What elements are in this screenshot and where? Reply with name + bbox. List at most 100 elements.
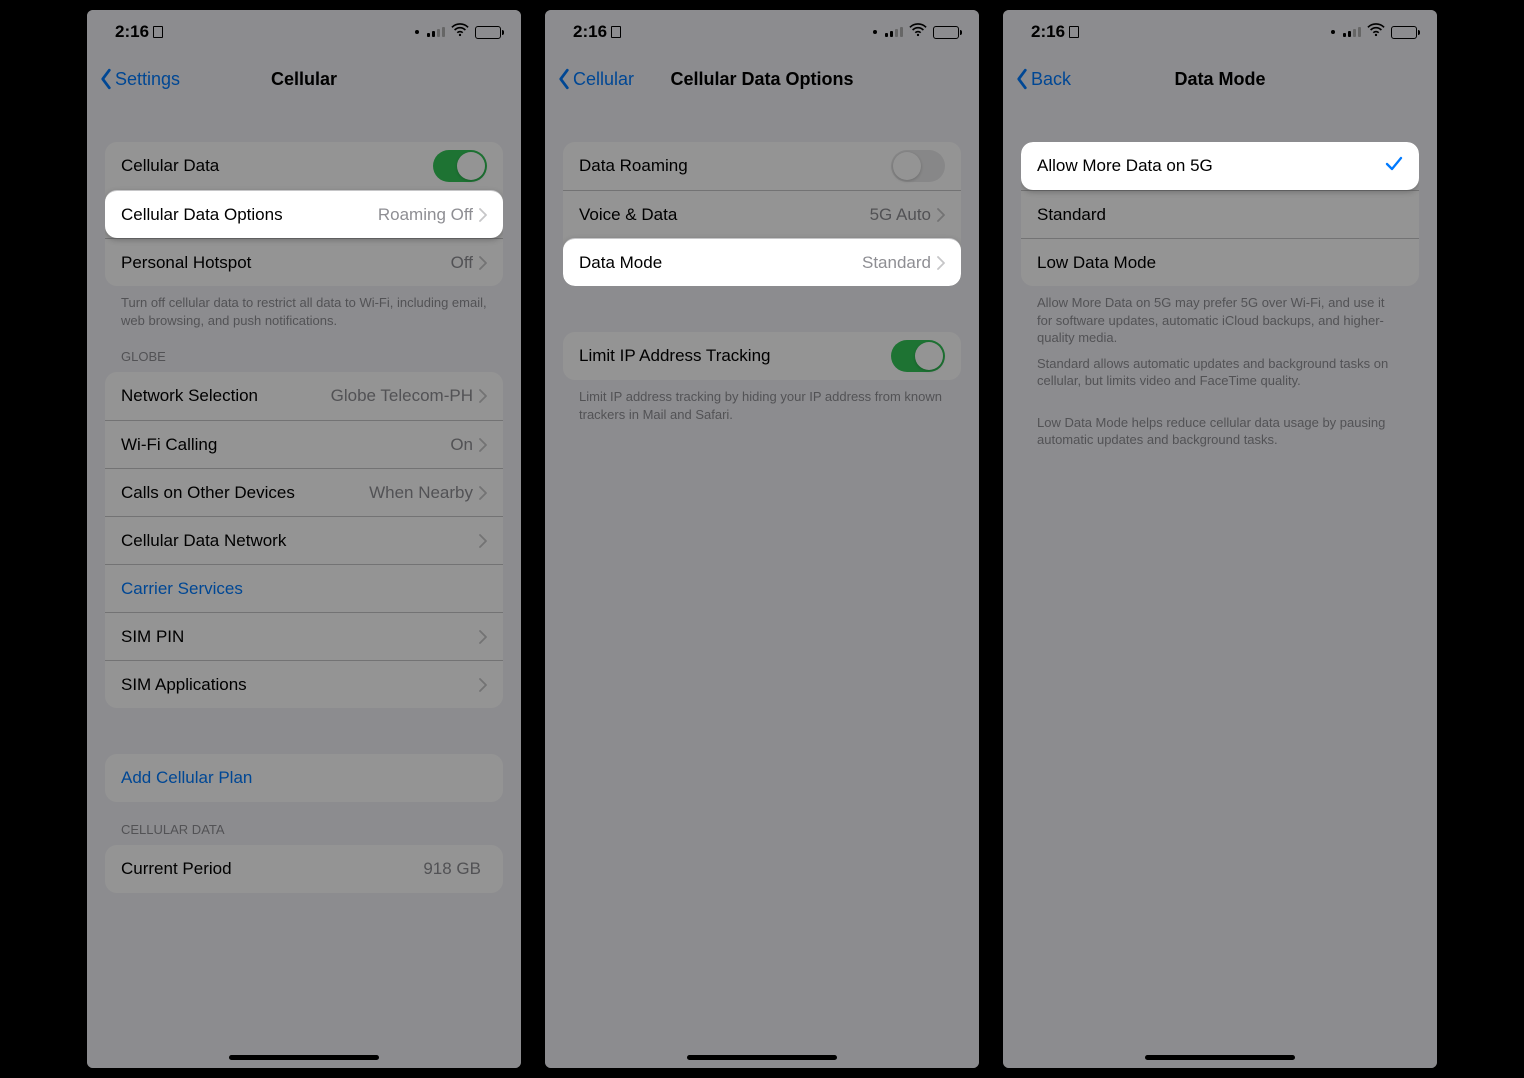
row-standard[interactable]: Standard	[1021, 190, 1419, 238]
cellular-signal-icon	[1343, 27, 1361, 37]
back-label: Back	[1031, 69, 1071, 90]
row-data-roaming[interactable]: Data Roaming	[563, 142, 961, 190]
row-value: Standard	[862, 253, 931, 273]
row-label: Network Selection	[121, 386, 331, 406]
phone-screen-cellular-data-options: 2:16 Cellular Cellular Data Options Data…	[545, 10, 979, 1068]
cellular-signal-icon	[427, 27, 445, 37]
signal-dot-icon	[1331, 30, 1335, 34]
signal-dot-icon	[415, 30, 419, 34]
section-header-globe: GLOBE	[105, 329, 503, 372]
limit-ip-toggle[interactable]	[891, 340, 945, 372]
battery-icon	[1391, 26, 1417, 39]
row-low-data-mode[interactable]: Low Data Mode	[1021, 238, 1419, 286]
status-bar: 2:16	[87, 10, 521, 54]
cellular-data-toggle[interactable]	[433, 150, 487, 182]
footer-text-standard: Standard allows automatic updates and ba…	[1021, 347, 1419, 406]
document-icon	[1069, 26, 1079, 38]
footer-text: Turn off cellular data to restrict all d…	[105, 286, 503, 329]
group-data-mode-options: Allow More Data on 5G Standard Low Data …	[1021, 142, 1419, 286]
chevron-left-icon	[1015, 68, 1029, 90]
row-label: Standard	[1037, 205, 1403, 225]
group-ip-tracking: Limit IP Address Tracking	[563, 332, 961, 380]
document-icon	[153, 26, 163, 38]
row-label: Allow More Data on 5G	[1037, 156, 1385, 176]
row-cellular-data-network[interactable]: Cellular Data Network	[105, 516, 503, 564]
row-label: Add Cellular Plan	[121, 768, 487, 788]
chevron-right-icon	[479, 630, 487, 644]
back-button[interactable]: Back	[1015, 68, 1071, 90]
row-label: Low Data Mode	[1037, 253, 1403, 273]
status-bar: 2:16	[1003, 10, 1437, 54]
row-label: Carrier Services	[121, 579, 487, 599]
row-current-period[interactable]: Current Period 918 GB	[105, 845, 503, 893]
row-value: 5G Auto	[870, 205, 931, 225]
group-globe: Network Selection Globe Telecom-PH Wi-Fi…	[105, 372, 503, 708]
nav-bar: Cellular Cellular Data Options	[545, 54, 979, 104]
battery-icon	[475, 26, 501, 39]
row-label: Voice & Data	[579, 205, 870, 225]
status-time: 2:16	[573, 22, 607, 42]
row-label: Limit IP Address Tracking	[579, 346, 891, 366]
back-button[interactable]: Cellular	[557, 68, 634, 90]
chevron-right-icon	[479, 534, 487, 548]
chevron-right-icon	[479, 389, 487, 403]
row-value: On	[450, 435, 473, 455]
row-sim-pin[interactable]: SIM PIN	[105, 612, 503, 660]
nav-bar: Back Data Mode	[1003, 54, 1437, 104]
row-cellular-data-options[interactable]: Cellular Data Options Roaming Off	[105, 190, 503, 238]
chevron-left-icon	[99, 68, 113, 90]
wifi-icon	[451, 22, 469, 42]
check-icon	[1385, 155, 1403, 178]
signal-dot-icon	[873, 30, 877, 34]
row-label: Data Roaming	[579, 156, 891, 176]
row-label: Cellular Data	[121, 156, 433, 176]
row-cellular-data[interactable]: Cellular Data	[105, 142, 503, 190]
row-personal-hotspot[interactable]: Personal Hotspot Off	[105, 238, 503, 286]
row-sim-applications[interactable]: SIM Applications	[105, 660, 503, 708]
phone-screen-data-mode: 2:16 Back Data Mode Allow More Data on 5…	[1003, 10, 1437, 1068]
chevron-left-icon	[557, 68, 571, 90]
row-calls-other-devices[interactable]: Calls on Other Devices When Nearby	[105, 468, 503, 516]
row-label: Wi-Fi Calling	[121, 435, 450, 455]
group-data-options: Data Roaming Voice & Data 5G Auto Data M…	[563, 142, 961, 286]
document-icon	[611, 26, 621, 38]
row-voice-and-data[interactable]: Voice & Data 5G Auto	[563, 190, 961, 238]
back-label: Settings	[115, 69, 180, 90]
footer-text-5g: Allow More Data on 5G may prefer 5G over…	[1021, 286, 1419, 347]
row-value: Globe Telecom-PH	[331, 386, 473, 406]
row-limit-ip-tracking[interactable]: Limit IP Address Tracking	[563, 332, 961, 380]
wifi-icon	[1367, 22, 1385, 42]
row-label: SIM PIN	[121, 627, 479, 647]
status-bar: 2:16	[545, 10, 979, 54]
home-indicator[interactable]	[1145, 1055, 1295, 1060]
chevron-right-icon	[479, 438, 487, 452]
row-wifi-calling[interactable]: Wi-Fi Calling On	[105, 420, 503, 468]
home-indicator[interactable]	[229, 1055, 379, 1060]
row-data-mode[interactable]: Data Mode Standard	[563, 238, 961, 286]
row-allow-more-5g[interactable]: Allow More Data on 5G	[1021, 142, 1419, 190]
row-add-cellular-plan[interactable]: Add Cellular Plan	[105, 754, 503, 802]
row-label: SIM Applications	[121, 675, 479, 695]
row-value: Off	[451, 253, 473, 273]
wifi-icon	[909, 22, 927, 42]
chevron-right-icon	[479, 256, 487, 270]
footer-text: Limit IP address tracking by hiding your…	[563, 380, 961, 423]
row-carrier-services[interactable]: Carrier Services	[105, 564, 503, 612]
back-button[interactable]: Settings	[99, 68, 180, 90]
row-label: Data Mode	[579, 253, 862, 273]
footer-text-low: Low Data Mode helps reduce cellular data…	[1021, 406, 1419, 465]
group-add-plan: Add Cellular Plan	[105, 754, 503, 802]
row-label: Cellular Data Options	[121, 205, 378, 225]
row-label: Cellular Data Network	[121, 531, 479, 551]
row-label: Current Period	[121, 859, 423, 879]
home-indicator[interactable]	[687, 1055, 837, 1060]
chevron-right-icon	[479, 486, 487, 500]
data-roaming-toggle[interactable]	[891, 150, 945, 182]
battery-icon	[933, 26, 959, 39]
group-usage: Current Period 918 GB	[105, 845, 503, 893]
chevron-right-icon	[937, 208, 945, 222]
row-value: 918 GB	[423, 859, 481, 879]
group-cellular-main: Cellular Data Cellular Data Options Roam…	[105, 142, 503, 286]
status-time: 2:16	[1031, 22, 1065, 42]
row-network-selection[interactable]: Network Selection Globe Telecom-PH	[105, 372, 503, 420]
